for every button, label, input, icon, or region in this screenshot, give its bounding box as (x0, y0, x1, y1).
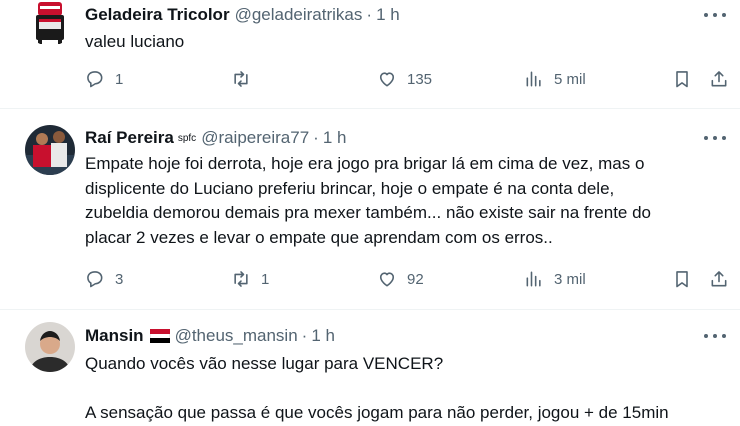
retweet-button[interactable]: 1 (231, 269, 269, 289)
bookmark-button[interactable] (672, 269, 692, 289)
name-suffix: spfc (177, 132, 197, 144)
more-icon[interactable] (704, 135, 726, 141)
like-icon (379, 72, 395, 87)
tweet-text-line: displicente do Luciano preferiu brincar,… (85, 178, 615, 198)
author-name[interactable]: Mansin (85, 326, 144, 346)
tweet-text-line: zubeldia demorou demais pra mexer também… (85, 203, 652, 222)
views-icon (526, 271, 541, 287)
author-name[interactable]: Geladeira Tricolor (85, 5, 230, 25)
author-handle[interactable]: @theus_mansin (175, 326, 298, 346)
views-icon (526, 71, 541, 87)
share-icon (711, 271, 727, 287)
separator-dot: · (301, 326, 308, 345)
retweet-icon (234, 271, 248, 287)
tweet-text-line: Empate hoje foi derrota, hoje era jogo p… (85, 154, 645, 173)
reply-count: 3 (115, 270, 124, 288)
action-bar: 3 1 92 3 mil (85, 269, 729, 293)
avatar[interactable] (25, 125, 75, 175)
retweet-icon (234, 71, 248, 87)
tweet-header: Geladeira Tricolor @geladeiratrikas · 1 … (85, 5, 400, 25)
share-icon (711, 71, 727, 87)
bookmark-button[interactable] (672, 69, 692, 89)
share-button[interactable] (709, 69, 729, 89)
reply-button[interactable]: 3 (85, 269, 123, 289)
like-button[interactable]: 135 (377, 69, 432, 89)
tweet-text: Empate hoje foi derrota, hoje era jogo p… (85, 152, 651, 250)
like-icon (379, 272, 395, 287)
avatar[interactable] (25, 0, 75, 46)
views-count: 3 mil (554, 270, 586, 288)
more-icon[interactable] (704, 333, 726, 339)
tweet-text-line: placar 2 vezes e levar o empate que apre… (85, 227, 553, 247)
views-count: 5 mil (554, 70, 586, 88)
author-handle[interactable]: @geladeiratrikas (235, 5, 363, 25)
tweet-header: Mansin @theus_mansin · 1 h (85, 326, 335, 346)
timestamp[interactable]: 1 h (323, 128, 347, 148)
share-button[interactable] (709, 269, 729, 289)
more-icon[interactable] (704, 12, 726, 18)
tweet-text-line: A sensação que passa é que vocês jogam p… (85, 403, 669, 422)
reply-count: 1 (115, 70, 124, 88)
retweet-count: 1 (261, 270, 270, 288)
avatar[interactable] (25, 322, 75, 372)
author-handle[interactable]: @raipereira77 (201, 128, 309, 148)
timestamp[interactable]: 1 h (376, 5, 400, 25)
tweet-header: Raí Pereira spfc @raipereira77 · 1 h (85, 128, 346, 148)
action-bar: 1 135 5 mil (85, 69, 729, 93)
author-name[interactable]: Raí Pereira (85, 128, 174, 148)
reply-button[interactable]: 1 (85, 69, 123, 89)
retweet-button[interactable] (231, 69, 261, 89)
tweet-text-line: Quando vocês vão nesse lugar para VENCER… (85, 354, 444, 373)
views-button[interactable]: 3 mil (524, 269, 586, 289)
bookmark-icon (676, 271, 688, 288)
flag-icon (149, 329, 170, 343)
reply-icon (87, 71, 103, 88)
tweet-geladeira[interactable]: Geladeira Tricolor @geladeiratrikas · 1 … (0, 0, 740, 109)
timestamp[interactable]: 1 h (311, 326, 335, 346)
tweet-text-blank (85, 377, 669, 402)
separator-dot: · (313, 128, 319, 147)
tweet-text: valeu luciano (85, 30, 184, 55)
views-button[interactable]: 5 mil (524, 69, 586, 89)
like-count: 92 (407, 270, 424, 288)
tweet-rai[interactable]: Raí Pereira spfc @raipereira77 · 1 h Emp… (0, 109, 740, 310)
reply-icon (87, 271, 103, 288)
separator-dot: · (366, 5, 373, 24)
bookmark-icon (676, 71, 688, 88)
tweet-text: Quando vocês vão nesse lugar para VENCER… (85, 352, 669, 426)
tweet-mansin[interactable]: Mansin @theus_mansin · 1 h Quando vocês … (0, 310, 740, 422)
like-button[interactable]: 92 (377, 269, 424, 289)
like-count: 135 (407, 70, 433, 88)
tweet-text-line: valeu luciano (85, 32, 185, 51)
